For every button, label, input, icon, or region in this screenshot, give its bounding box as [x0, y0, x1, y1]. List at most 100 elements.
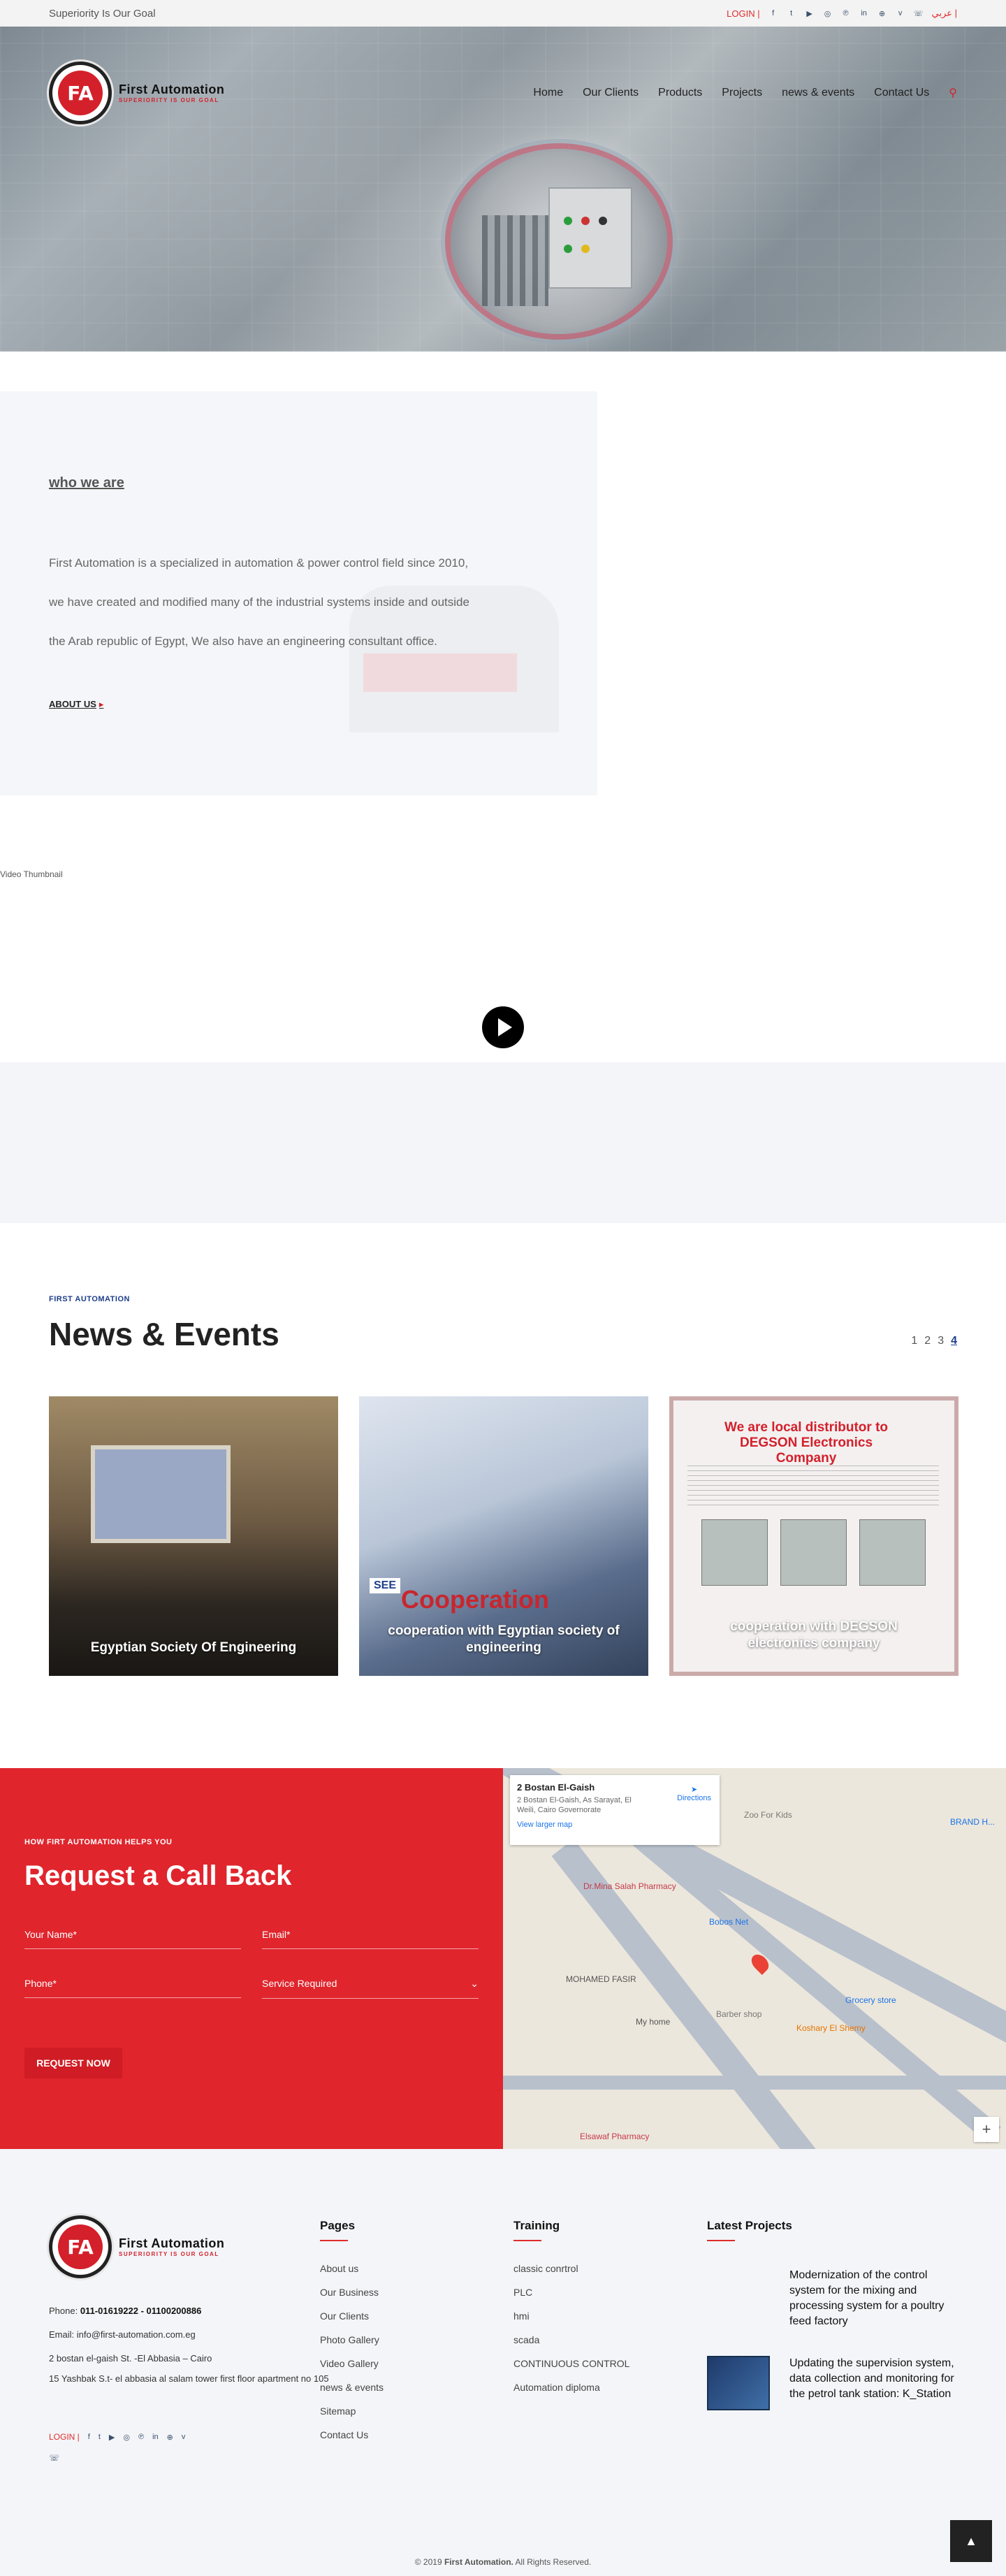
news-card-badge: SEE: [370, 1578, 401, 1593]
logo-slogan: SUPERIORITY IS OUR GOAL: [119, 97, 219, 103]
footer-training: Training classic conrtrol PLC hmi scada …: [513, 2219, 629, 2399]
footer-link[interactable]: classic conrtrol: [513, 2257, 629, 2280]
twitter-icon[interactable]: t: [99, 2433, 101, 2441]
facebook-icon[interactable]: f: [768, 8, 778, 18]
title-underline: [707, 2240, 735, 2241]
login-link[interactable]: LOGIN |: [727, 8, 759, 19]
play-button[interactable]: [482, 1006, 524, 1048]
logo-monogram: FA: [58, 2224, 103, 2269]
youtube-icon[interactable]: ▶: [109, 2433, 115, 2442]
nav-our-clients[interactable]: Our Clients: [583, 87, 639, 99]
footer-social: LOGIN | f t ▶ ◎ ℗ in ⊕ v: [49, 2432, 185, 2442]
facebook-icon[interactable]: f: [88, 2433, 90, 2441]
map-place-address: 2 Bostan El-Gaish, As Sarayat, El Weili,…: [517, 1796, 632, 1814]
page-4[interactable]: 4: [951, 1335, 957, 1347]
logo-name: First Automation: [119, 2236, 225, 2250]
page-3[interactable]: 3: [938, 1335, 944, 1347]
footer-pages-title: Pages: [320, 2219, 356, 2232]
whatsapp-icon[interactable]: ☏: [49, 2453, 59, 2463]
footer-address-2: 15 Yashbak S.t- el abbasia al salam towe…: [49, 2373, 329, 2384]
map-label: Elsawaf Pharmacy: [580, 2132, 650, 2141]
linkedin-icon[interactable]: in: [859, 8, 869, 18]
footer-link[interactable]: CONTINUOUS CONTROL: [513, 2352, 629, 2375]
footer-link[interactable]: Video Gallery: [320, 2352, 384, 2375]
back-to-top-button[interactable]: ▲: [950, 2520, 992, 2562]
footer-link[interactable]: Contact Us: [320, 2423, 384, 2447]
project-thumbnail: [707, 2356, 770, 2410]
directions-button[interactable]: ➤ Directions: [677, 1785, 711, 1802]
footer-link[interactable]: news & events: [320, 2375, 384, 2399]
nav-contact-us[interactable]: Contact Us: [874, 87, 929, 99]
footer-projects: Latest Projects Modernization of the con…: [707, 2219, 964, 2437]
footer-login-link[interactable]: LOGIN |: [49, 2432, 80, 2442]
vimeo-icon[interactable]: v: [896, 8, 905, 18]
pinterest-alt-icon[interactable]: ⊕: [167, 2433, 173, 2442]
news-card-image-text: Cooperation: [401, 1585, 549, 1614]
news-card[interactable]: We are local distributor to DEGSON Elect…: [669, 1396, 958, 1676]
project-item[interactable]: Updating the supervision system, data co…: [707, 2356, 964, 2410]
google-map[interactable]: 2 Bostan El-Gaish 2 Bostan El-Gaish, As …: [503, 1768, 1006, 2149]
email-field[interactable]: Email*: [262, 1929, 479, 1949]
logo-slogan: SUPERIORITY IS OUR GOAL: [119, 2251, 219, 2257]
zoom-in-button[interactable]: +: [974, 2117, 999, 2142]
instagram-icon[interactable]: ◎: [123, 2433, 130, 2442]
footer-logo[interactable]: FA First Automation SUPERIORITY IS OUR G…: [49, 2215, 224, 2278]
footer-link[interactable]: hmi: [513, 2304, 629, 2328]
news-card[interactable]: Egyptian Society Of Engineering: [49, 1396, 338, 1676]
pinterest-icon[interactable]: ℗: [138, 2433, 144, 2441]
footer-link[interactable]: Automation diploma: [513, 2375, 629, 2399]
news-card-caption: cooperation with DEGSON electronics comp…: [730, 1619, 898, 1651]
project-item[interactable]: Modernization of the control system for …: [707, 2268, 964, 2329]
linkedin-icon[interactable]: in: [152, 2433, 159, 2441]
vimeo-icon[interactable]: v: [182, 2433, 186, 2441]
nav-news-events[interactable]: news & events: [782, 87, 854, 99]
news-card-product-images: [701, 1519, 926, 1586]
hero-banner: FA First Automation SUPERIORITY IS OUR G…: [0, 27, 1006, 352]
instagram-icon[interactable]: ◎: [823, 8, 833, 18]
phone-field[interactable]: Phone*: [24, 1978, 241, 1998]
search-icon[interactable]: ⚲: [949, 86, 957, 100]
site-logo[interactable]: FA First Automation SUPERIORITY IS OUR G…: [49, 61, 224, 124]
pinterest-icon[interactable]: ℗: [841, 8, 851, 18]
footer-link[interactable]: PLC: [513, 2280, 629, 2304]
map-label: Koshary El Shemy: [796, 2023, 866, 2033]
logo-name: First Automation: [119, 82, 225, 96]
twitter-icon[interactable]: t: [787, 8, 796, 18]
nav-products[interactable]: Products: [658, 87, 702, 99]
chevron-down-icon: ⌄: [470, 1978, 479, 1989]
footer-pages: Pages About us Our Business Our Clients …: [320, 2219, 384, 2447]
video-thumbnail: Video Thumbnail: [0, 869, 63, 879]
youtube-icon[interactable]: ▶: [805, 8, 815, 18]
footer-link[interactable]: Photo Gallery: [320, 2328, 384, 2352]
map-label: MOHAMED FASIR: [566, 1974, 636, 1984]
play-icon: [498, 1018, 512, 1036]
nav-projects[interactable]: Projects: [722, 87, 762, 99]
whatsapp-icon[interactable]: ☏: [914, 8, 924, 18]
video-bottom-band: [0, 1062, 1006, 1223]
callback-title: Request a Call Back: [24, 1860, 292, 1891]
page-1[interactable]: 1: [911, 1335, 917, 1347]
language-switch[interactable]: عربي |: [932, 8, 957, 19]
news-card-caption: cooperation with Egyptian society of eng…: [388, 1623, 620, 1655]
footer-link[interactable]: scada: [513, 2328, 629, 2352]
pinterest-alt-icon[interactable]: ⊕: [877, 8, 887, 18]
project-title: Updating the supervision system, data co…: [789, 2357, 954, 2400]
about-us-link[interactable]: ABOUT US ▸: [49, 699, 103, 710]
footer: FA First Automation SUPERIORITY IS OUR G…: [0, 2149, 1006, 2576]
view-larger-map-link[interactable]: View larger map: [517, 1821, 713, 1829]
service-select[interactable]: Service Required ⌄: [262, 1978, 479, 1999]
footer-link[interactable]: Our Business: [320, 2280, 384, 2304]
chevron-up-icon: ▲: [965, 2533, 977, 2548]
nav-home[interactable]: Home: [533, 87, 563, 99]
news-card[interactable]: SEE Cooperation cooperation with Egyptia…: [359, 1396, 648, 1676]
footer-link[interactable]: Sitemap: [320, 2399, 384, 2423]
map-info-card: 2 Bostan El-Gaish 2 Bostan El-Gaish, As …: [510, 1775, 720, 1845]
request-now-button[interactable]: REQUEST NOW: [24, 2048, 122, 2078]
footer-link[interactable]: About us: [320, 2257, 384, 2280]
directions-icon: ➤: [690, 1786, 698, 1794]
name-field[interactable]: Your Name*: [24, 1929, 241, 1949]
footer-email: Email: info@first-automation.com.eg: [49, 2329, 196, 2340]
footer-link[interactable]: Our Clients: [320, 2304, 384, 2328]
logo-monogram: FA: [58, 71, 103, 115]
page-2[interactable]: 2: [924, 1335, 931, 1347]
